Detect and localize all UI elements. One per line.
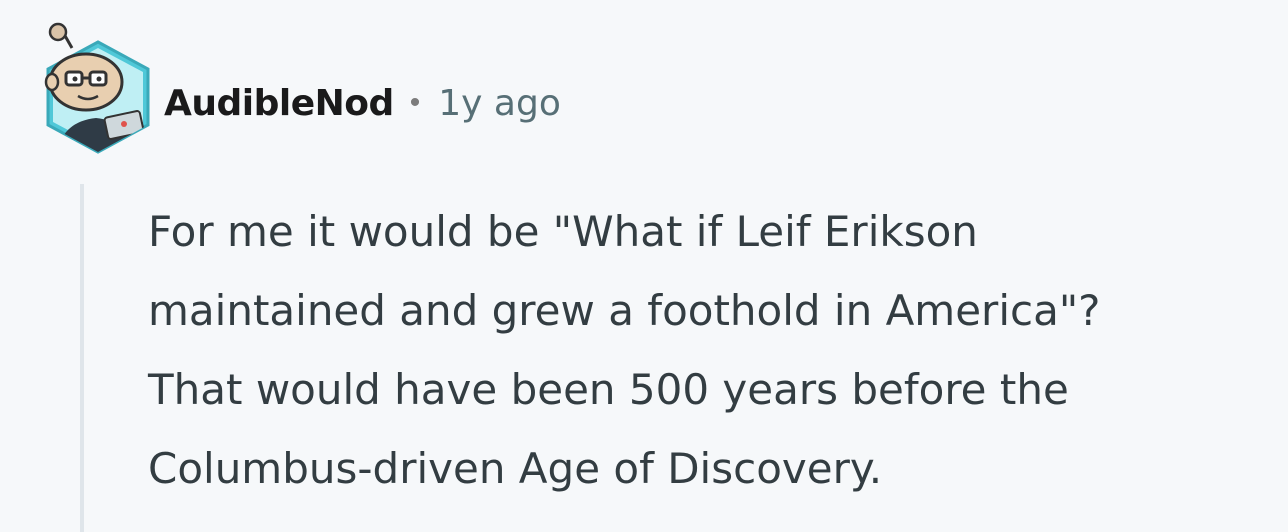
comment: AudibleNod • 1y ago For me it would be "… xyxy=(0,0,1288,532)
comment-timestamp[interactable]: 1y ago xyxy=(438,83,561,124)
user-avatar[interactable] xyxy=(36,22,162,164)
meta-separator: • xyxy=(409,86,421,119)
comment-meta: AudibleNod • 1y ago xyxy=(164,78,561,128)
snoo-avatar-icon xyxy=(44,22,150,154)
comment-body-line: maintained and grew a foothold in Americ… xyxy=(148,286,1101,335)
comment-body-line: Columbus-driven Age of Discovery. xyxy=(148,444,883,493)
comment-body: For me it would be "What if Leif Erikson… xyxy=(148,192,1278,508)
thread-line[interactable] xyxy=(80,184,84,532)
author-username[interactable]: AudibleNod xyxy=(164,83,394,124)
comment-body-line: That would have been 500 years before th… xyxy=(148,365,1069,414)
comment-body-line: For me it would be "What if Leif Erikson xyxy=(148,207,978,256)
